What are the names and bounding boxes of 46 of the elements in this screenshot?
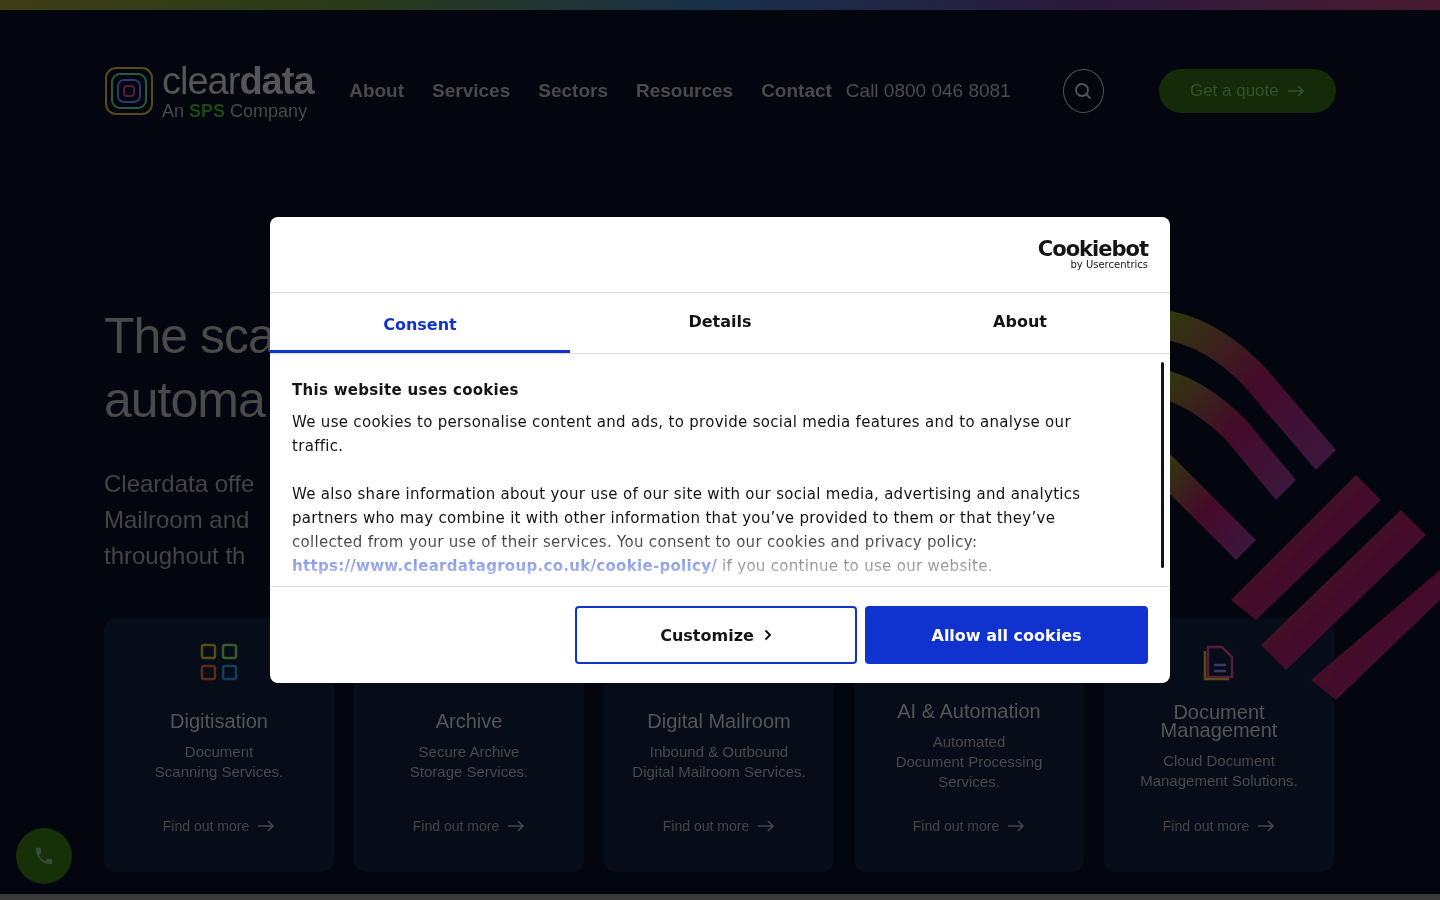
arrow-icon [757,820,776,832]
card-text: Secure Archive Storage Services. [409,742,529,782]
card-title: AI & Automation [897,702,1041,720]
card-text: Inbound & Outbound Digital Mailroom Services. [632,742,806,782]
card-text: Document Scanning Services. [154,742,284,782]
phone-icon [33,845,55,867]
nav-link[interactable]: Sectors [538,80,608,102]
cookie-policy-link[interactable]: https://www.cleardatagroup.co.uk/cookie-policy/ [292,557,717,575]
nav-link[interactable]: About [349,80,405,102]
card-title: Archive [435,712,503,730]
nav-link[interactable]: Services [432,80,511,102]
find-out-more-link[interactable]: Find out more [412,818,526,834]
logo-icon [104,66,154,116]
arrow-icon [1286,85,1305,97]
hero-intro: Cleardata offe Mailroom and throughout th [104,469,255,571]
arrow-icon [507,820,526,832]
phone-button[interactable] [16,828,72,884]
allow-all-cookies-button[interactable]: Allow all cookies [865,606,1148,664]
find-out-more-link[interactable]: Find out more [912,818,1026,834]
phone-number[interactable]: Call 0800 046 8081 [845,80,1011,102]
dialog-heading: This website uses cookies [292,380,520,401]
arrow-icon [1257,820,1276,832]
cookiebot-logo: Cookiebot [1037,239,1148,260]
logo-tagline: An SPS Company [162,102,309,120]
card-title: Digital Mailroom [647,712,791,730]
arrow-icon [257,820,276,832]
card-text: Cloud Document Management Solutions. [1140,751,1298,791]
qr-code-icon [200,643,238,681]
nav-link[interactable]: Resources [635,80,734,102]
scrollbar-thumb[interactable] [1161,362,1164,568]
find-out-more-link[interactable]: Find out more [662,818,776,834]
find-out-more-link[interactable]: Find out more [162,818,276,834]
card-title: Digitisation [170,712,268,730]
arrow-icon [1007,820,1026,832]
dialog-paragraph: We also share information about your use of our site with our social media, advertising and analytics partners who may combine it with other information that you’ve provided to them or that they’ve collected from your use of their services. You consent to our cookies and privacy policy: https://www.cleardatagroup.co.uk/cookie-policy/ if you continue to use our website. [292,484,1082,577]
cookiebot-byline: by Usercentrics [1070,260,1148,270]
document-icon [1202,643,1236,681]
search-icon [1074,82,1093,100]
card-text: Automated Document Processing Services. [895,732,1043,792]
chevron-icon [763,629,772,641]
find-out-more-link[interactable]: Find out more [1162,818,1276,834]
nav-link[interactable]: Contact [761,80,832,102]
customize-button[interactable]: Customize [575,606,857,664]
card-title: Document Management [1160,703,1278,739]
dialog-paragraph: We use cookies to personalise content and ads, to provide social media features and to analyse our traffic. [292,412,1072,457]
logo-wordmark: cleardata [162,62,314,100]
